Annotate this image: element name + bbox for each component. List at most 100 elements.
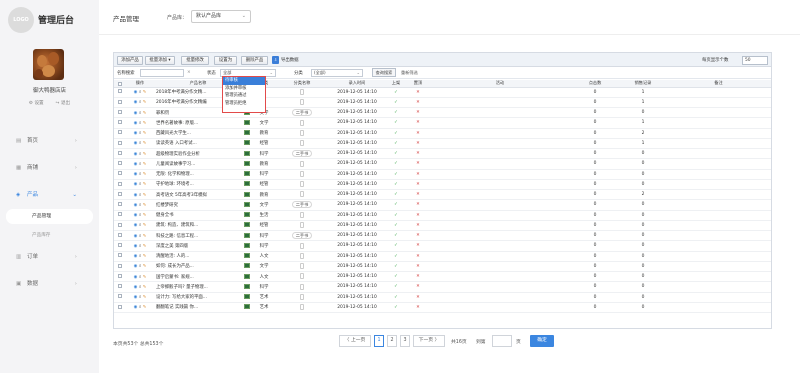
page-size-select[interactable]: 50 [742,56,768,65]
pin-top-icon[interactable]: ✕ [406,292,430,303]
search-icon[interactable]: ⌕ [139,141,141,146]
table-row[interactable]: ◉ ⌕ ✎ 翻翻笔记 实践篇 你... 艺术 2019-12-05 14:10 ✓ ✕ 0 0 [114,302,771,314]
table-row[interactable]: ◉ ⌕ ✎ 守护地球: 环境考... 经管 2019-12-05 14:10 ✓ ✕ 0 0 [114,179,771,191]
settings-link[interactable]: ⚙ 设置 [29,101,44,106]
view-icon[interactable]: ◉ [134,305,138,310]
sidebar-item-data[interactable]: ▣ 数据 › [0,271,99,298]
product-name[interactable]: 上帝掷骰子吗? 量子物理... [154,281,242,293]
status-option[interactable]: 管理员拒绝 [223,100,265,108]
on-shelf-icon[interactable]: ✓ [386,199,406,211]
on-shelf-icon[interactable]: ✓ [386,281,406,293]
product-name[interactable]: 设计力: 写给大家的平面... [154,292,242,303]
table-row[interactable]: ◉ ⌕ ✎ 2016年中考满分作文精编 2019-12-05 14:10 ✓ ✕ 0 1 [114,97,771,109]
product-name[interactable]: 建筑: 构造、建筑和... [154,220,242,232]
goto-confirm-button[interactable]: 确定 [530,335,554,347]
search-icon[interactable]: ⌕ [139,305,141,310]
page-button[interactable]: 2 [387,335,397,347]
pin-top-icon[interactable]: ✕ [406,128,430,139]
edit-icon[interactable]: ✎ [143,234,147,239]
row-checkbox[interactable] [114,292,126,303]
table-row[interactable]: ◉ ⌕ ✎ 建筑: 构造、建筑和... 经管 2019-12-05 14:10 ✓ ✕ 0 0 [114,220,771,232]
view-icon[interactable]: ◉ [134,203,138,208]
table-row[interactable]: ◉ ⌕ ✎ 深度之美 第四版 科学 2019-12-05 14:10 ✓ ✕ 0 0 [114,240,771,252]
edit-icon[interactable]: ✎ [143,285,147,290]
on-shelf-icon[interactable]: ✓ [386,261,406,273]
export-data-link[interactable]: 导出数据 [281,57,299,63]
on-shelf-icon[interactable]: ✓ [386,189,406,201]
next-page-button[interactable]: 下一页 〉 [413,335,445,347]
pin-top-icon[interactable]: ✕ [406,199,430,211]
search-icon[interactable]: ⌕ [139,131,141,136]
search-icon[interactable]: ⌕ [139,223,141,228]
row-checkbox[interactable] [114,148,126,160]
table-row[interactable]: ◉ ⌕ ✎ 科技之路: 信息工程... 科学 二手书 2019-12-05 14:10 ✓… [114,230,771,242]
table-row[interactable]: ◉ ⌕ ✎ 读读英语 入口考试... 经管 2019-12-05 14:10 ✓ ✕ 0 1 [114,138,771,150]
view-icon[interactable]: ◉ [134,182,138,187]
on-shelf-icon[interactable]: ✓ [386,158,406,170]
on-shelf-icon[interactable]: ✓ [386,138,406,150]
row-checkbox[interactable] [114,261,126,273]
on-shelf-icon[interactable]: ✓ [386,230,406,242]
edit-icon[interactable]: ✎ [143,275,147,280]
edit-icon[interactable]: ✎ [143,305,147,310]
table-row[interactable]: ◉ ⌕ ✎ 健身全书 生活 2019-12-05 14:10 ✓ ✕ 0 0 [114,210,771,221]
select-all-checkbox[interactable] [114,80,126,88]
search-icon[interactable]: ⌕ [139,234,141,239]
edit-icon[interactable]: ✎ [143,172,147,177]
on-shelf-icon[interactable]: ✓ [386,210,406,221]
view-icon[interactable]: ◉ [134,244,138,249]
product-name[interactable]: 红楼梦研究 [154,199,242,211]
reset-filter-link[interactable]: 重新筛选 [401,70,418,76]
view-icon[interactable]: ◉ [134,213,138,218]
pin-top-icon[interactable]: ✕ [406,271,430,283]
row-checkbox[interactable] [114,199,126,211]
search-icon[interactable]: ⌕ [139,152,141,157]
product-name[interactable]: 深度之美 第四版 [154,240,242,252]
product-name[interactable]: 科技之路: 信息工程... [154,230,242,242]
sidebar-subitem-product-stock[interactable]: 产品库存 [0,227,99,244]
on-shelf-icon[interactable]: ✓ [386,128,406,139]
pin-top-icon[interactable]: ✕ [406,240,430,252]
view-icon[interactable]: ◉ [134,193,138,198]
search-icon[interactable]: ⌕ [139,162,141,167]
view-icon[interactable]: ◉ [134,111,138,116]
pin-top-icon[interactable]: ✕ [406,158,430,170]
view-icon[interactable]: ◉ [134,90,138,95]
search-icon[interactable]: ⌕ [139,172,141,177]
product-name[interactable]: 国学启蒙书: 家规... [154,271,242,283]
pin-top-icon[interactable]: ✕ [406,97,430,109]
pin-top-icon[interactable]: ✕ [406,107,430,119]
page-button[interactable]: 3 [400,335,410,347]
search-icon[interactable]: ⌕ [139,100,141,105]
pin-top-icon[interactable]: ✕ [406,117,430,129]
product-name[interactable]: 儿童阅读故事学习... [154,158,242,170]
row-checkbox[interactable] [114,107,126,119]
row-checkbox[interactable] [114,179,126,191]
on-shelf-icon[interactable]: ✓ [386,97,406,109]
edit-icon[interactable]: ✎ [143,244,147,249]
on-shelf-icon[interactable]: ✓ [386,117,406,129]
row-checkbox[interactable] [114,158,126,170]
search-icon[interactable]: ⌕ [139,182,141,187]
row-checkbox[interactable] [114,251,126,262]
row-checkbox[interactable] [114,281,126,293]
search-icon[interactable]: ⌕ [139,203,141,208]
export-icon[interactable]: ⇩ [272,56,279,64]
edit-icon[interactable]: ✎ [143,295,147,300]
edit-icon[interactable]: ✎ [143,152,147,157]
view-icon[interactable]: ◉ [134,162,138,167]
page-button[interactable]: 1 [374,335,384,347]
pin-top-icon[interactable]: ✕ [406,169,430,180]
status-option[interactable]: 添加并审核 [223,85,265,93]
on-shelf-icon[interactable]: ✓ [386,292,406,303]
sidebar-item-order[interactable]: ▥ 订单 › [0,244,99,271]
table-row[interactable]: ◉ ⌕ ✎ 超级物理实验作业分析 科学 二手书 2019-12-05 14:10 ✓ ✕ 0 0 [114,148,771,160]
edit-icon[interactable]: ✎ [143,223,147,228]
category-select[interactable]: 默认产品库 ⌄ [191,10,251,23]
pin-top-icon[interactable]: ✕ [406,210,430,221]
status-option[interactable]: 待审核 [223,77,265,85]
view-icon[interactable]: ◉ [134,131,138,136]
clear-icon[interactable]: × [187,70,191,75]
search-icon[interactable]: ⌕ [139,244,141,249]
col-header[interactable]: 销售记录 [620,80,666,88]
